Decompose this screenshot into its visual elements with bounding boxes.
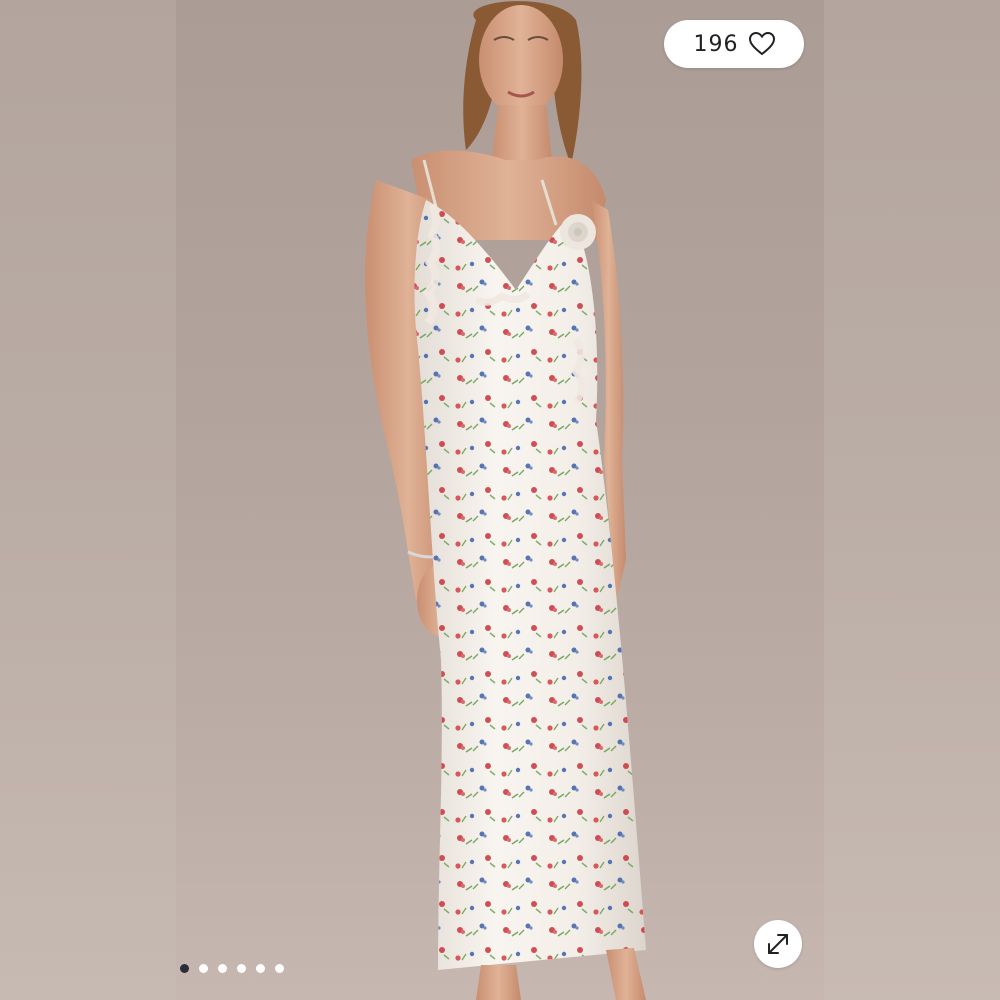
blurred-backdrop-left [0,0,176,1000]
carousel-dot[interactable] [256,964,265,973]
carousel-dot[interactable] [218,964,227,973]
heart-icon [748,32,775,56]
carousel-pagination [180,964,284,973]
like-button[interactable]: 196 [664,20,804,68]
product-photo[interactable] [176,0,824,1000]
blurred-backdrop-right [824,0,1000,1000]
carousel-dot[interactable] [275,964,284,973]
like-count: 196 [693,31,739,57]
expand-arrows-icon [768,934,788,954]
product-image-viewer: 196 [0,0,1000,1000]
carousel-dot[interactable] [199,964,208,973]
expand-button[interactable] [754,920,802,968]
carousel-dot[interactable] [180,964,189,973]
carousel-dot[interactable] [237,964,246,973]
model-illustration [365,1,646,1000]
